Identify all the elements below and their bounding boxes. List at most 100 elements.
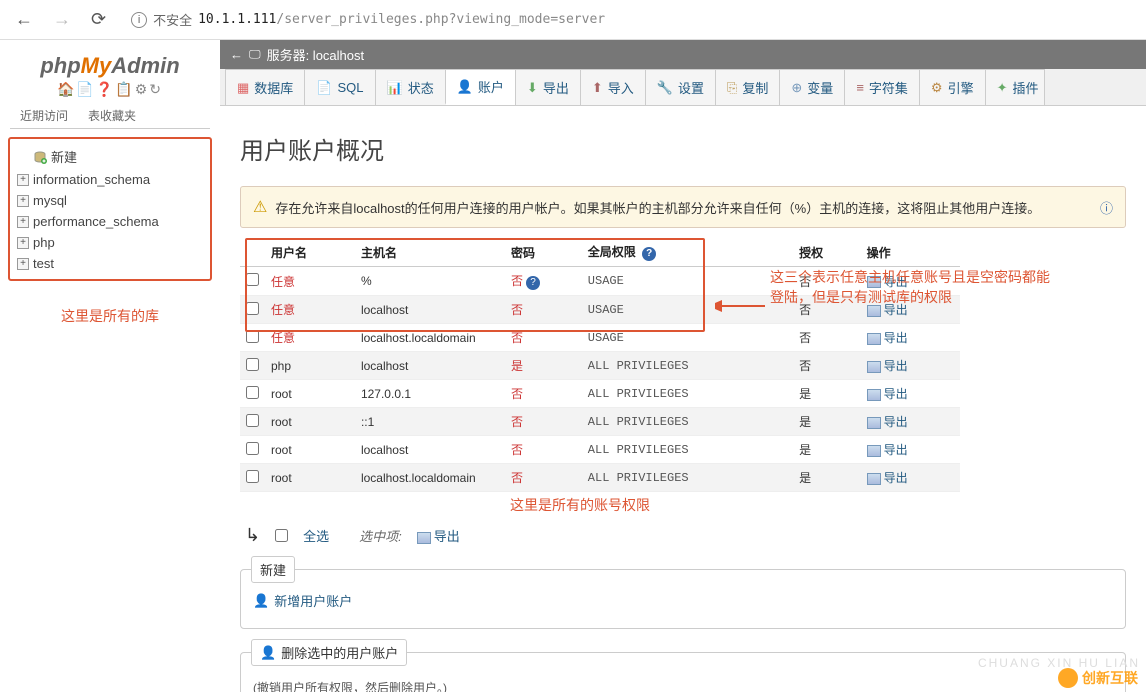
delete-user-icon: 👤 — [260, 645, 276, 661]
export-link[interactable]: 导出 — [867, 387, 908, 401]
row-checkbox[interactable] — [246, 470, 259, 483]
tab-accounts[interactable]: 👤账户 — [445, 69, 516, 105]
url-text: 10.1.1.111/server_privileges.php?viewing… — [198, 12, 605, 27]
export-link[interactable]: 导出 — [867, 359, 908, 373]
database-list: 新建 +information_schema +mysql +performan… — [8, 137, 212, 281]
export-link[interactable]: 导出 — [867, 331, 908, 345]
cell-privileges: ALL PRIVILEGES — [582, 436, 793, 464]
select-all-checkbox[interactable] — [275, 529, 288, 542]
sidebar: phpMyAdmin 🏠📄❓📋⚙↻ 近期访问 表收藏夹 新建 +informat… — [0, 40, 220, 692]
delete-note: (撤销用户所有权限，然后删除用户。) — [253, 679, 1113, 692]
cell-user: root — [265, 464, 355, 492]
database-item[interactable]: +information_schema — [15, 169, 205, 190]
cell-password: 否 — [505, 324, 582, 352]
export-icon — [867, 445, 881, 457]
cell-user: root — [265, 436, 355, 464]
server-breadcrumb[interactable]: ← 🖵 服务器: localhost — [220, 40, 1146, 69]
browser-toolbar: ← → ⟳ i 不安全 10.1.1.111/server_privileges… — [0, 0, 1146, 40]
tab-import[interactable]: ⬆导入 — [580, 69, 646, 105]
cell-user: root — [265, 408, 355, 436]
row-checkbox[interactable] — [246, 442, 259, 455]
tab-replication[interactable]: ⎘复制 — [715, 69, 780, 105]
select-all-link[interactable]: 全选 — [303, 526, 329, 545]
forward-button[interactable]: → — [48, 9, 76, 30]
tab-databases[interactable]: ▦数据库 — [225, 69, 305, 105]
th-global[interactable]: 全局权限 ? — [582, 238, 793, 267]
export-link[interactable]: 导出 — [867, 443, 908, 457]
sidebar-tabs: 近期访问 表收藏夹 — [10, 103, 210, 129]
cell-user: root — [265, 380, 355, 408]
tab-status[interactable]: 📊状态 — [375, 69, 446, 105]
cell-host: 127.0.0.1 — [355, 380, 505, 408]
reload-button[interactable]: ⟳ — [86, 9, 111, 30]
cell-host: localhost.localdomain — [355, 464, 505, 492]
cell-user: 任意 — [265, 267, 355, 296]
export-icon — [867, 361, 881, 373]
row-checkbox[interactable] — [246, 386, 259, 399]
table-row: phplocalhost是ALL PRIVILEGES否导出 — [240, 352, 960, 380]
cell-password: 是 — [505, 352, 582, 380]
tab-charsets[interactable]: ≡字符集 — [844, 69, 920, 105]
main-panel: ← 🖵 服务器: localhost ▦数据库 📄SQL 📊状态 👤账户 ⬇导出… — [220, 40, 1146, 692]
cell-user: 任意 — [265, 324, 355, 352]
tab-settings[interactable]: 🔧设置 — [645, 69, 716, 105]
cell-ops: 导出 — [861, 324, 960, 352]
database-item[interactable]: +php — [15, 232, 205, 253]
th-grant[interactable]: 授权 — [793, 238, 860, 267]
export-link[interactable]: 导出 — [867, 415, 908, 429]
new-database-label: 新建 — [51, 147, 77, 166]
watermark-icon — [1058, 668, 1078, 688]
table-footer: ↳ 全选 选中项: 导出 — [245, 525, 1121, 546]
th-user[interactable]: 用户名 — [265, 238, 355, 267]
sidebar-quick-icons[interactable]: 🏠📄❓📋⚙↻ — [5, 81, 215, 98]
help-icon[interactable]: ? — [526, 276, 540, 290]
export-selected[interactable]: 导出 — [417, 526, 460, 545]
address-bar[interactable]: i 不安全 10.1.1.111/server_privileges.php?v… — [131, 10, 1136, 29]
row-checkbox[interactable] — [246, 302, 259, 315]
row-checkbox[interactable] — [246, 358, 259, 371]
help-icon[interactable]: ⓘ — [1100, 198, 1113, 217]
tab-favorites[interactable]: 表收藏夹 — [78, 103, 146, 128]
row-checkbox[interactable] — [246, 330, 259, 343]
watermark: 创新互联 — [1058, 668, 1138, 688]
cell-password: 否? — [505, 267, 582, 296]
cell-ops: 导出 — [861, 436, 960, 464]
database-item[interactable]: +mysql — [15, 190, 205, 211]
database-item[interactable]: +performance_schema — [15, 211, 205, 232]
tab-sql[interactable]: 📄SQL — [304, 69, 375, 105]
th-host[interactable]: 主机名 — [355, 238, 505, 267]
new-database[interactable]: 新建 — [15, 144, 205, 169]
tab-export[interactable]: ⬇导出 — [515, 69, 581, 105]
cell-ops: 导出 — [861, 408, 960, 436]
cell-user: php — [265, 352, 355, 380]
table-row: 任意localhost.localdomain否USAGE否导出 — [240, 324, 960, 352]
left-collapse-icon[interactable]: ← — [230, 47, 243, 62]
tab-recent[interactable]: 近期访问 — [10, 103, 78, 128]
tab-engines[interactable]: ⚙引擎 — [919, 69, 986, 105]
add-user-icon: 👤 — [253, 593, 269, 609]
cell-grant: 否 — [793, 352, 860, 380]
tab-plugins[interactable]: ✦插件 — [985, 69, 1045, 105]
cell-grant: 是 — [793, 436, 860, 464]
add-user-link[interactable]: 👤 新增用户账户 — [253, 591, 1113, 610]
cell-password: 否 — [505, 380, 582, 408]
tab-variables[interactable]: ⊕变量 — [779, 69, 845, 105]
export-link[interactable]: 导出 — [867, 471, 908, 485]
table-row: rootlocalhost.localdomain否ALL PRIVILEGES… — [240, 464, 960, 492]
warning-text: 存在允许来自localhost的任何用户连接的用户帐户。如果其帐户的主机部分允许… — [275, 198, 1040, 217]
row-checkbox[interactable] — [246, 273, 259, 286]
annotation-below-table: 这里是所有的账号权限 — [510, 495, 1126, 515]
server-icon: 🖵 — [249, 47, 261, 62]
back-button[interactable]: ← — [10, 9, 38, 30]
cell-user: 任意 — [265, 296, 355, 324]
row-checkbox[interactable] — [246, 414, 259, 427]
fieldset-delete-legend: 👤 删除选中的用户账户 — [251, 639, 407, 666]
fieldset-new-legend: 新建 — [251, 556, 295, 583]
database-item[interactable]: +test — [15, 253, 205, 274]
cell-password: 否 — [505, 464, 582, 492]
th-password[interactable]: 密码 — [505, 238, 582, 267]
arrow-icon — [715, 296, 770, 316]
cell-grant: 否 — [793, 324, 860, 352]
annotation-sidebar: 这里是所有的库 — [5, 306, 215, 326]
cell-privileges: USAGE — [582, 267, 793, 296]
